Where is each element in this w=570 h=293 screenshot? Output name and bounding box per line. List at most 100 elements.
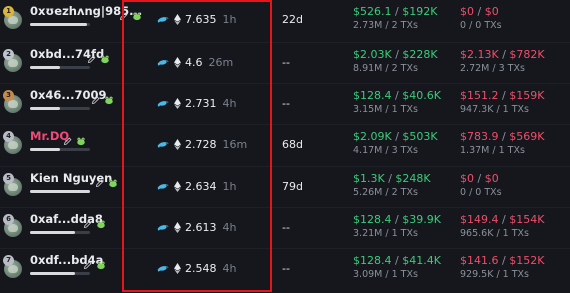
sold-total: $782K — [509, 48, 545, 61]
eth-icon — [174, 221, 181, 233]
sold-value: $141.6 — [460, 254, 499, 267]
avatar[interactable]: 2 — [3, 49, 22, 72]
sold-cell: $783.9 / $569K 1.37M / 1 TXs — [460, 130, 545, 156]
hold-duration: 22d — [282, 13, 303, 26]
bought-cell: $128.4 / $41.4K 3.09M / 1 TXs — [353, 254, 441, 280]
progress-fill — [30, 23, 87, 26]
rank-badge: 6 — [3, 214, 14, 225]
trader-cell[interactable]: 4 Mr.DQ — [0, 125, 150, 167]
table-row[interactable]: 1 0xʊezhʌng|985... 7.635 1h 22d $526.1 /… — [0, 0, 570, 42]
progress-bar — [30, 190, 90, 193]
rank-badge: 2 — [3, 49, 14, 60]
trader-cell[interactable]: 5 Kien Nguyen — [0, 167, 150, 209]
sold-cell: $0 / $0 0 / 0 TXs — [460, 5, 502, 31]
balance-age: 26m — [208, 55, 234, 69]
avatar[interactable]: 4 — [3, 131, 22, 154]
progress-fill — [30, 231, 75, 234]
bought-total: $40.6K — [402, 89, 441, 102]
eth-icon — [174, 13, 181, 25]
progress-fill — [30, 148, 60, 151]
trader-cell[interactable]: 6 0xaf...dda8 — [0, 208, 150, 250]
dolphin-icon — [157, 181, 170, 191]
table-row[interactable]: 4 Mr.DQ 2.728 16m 68d $2.09K / $503K 4.1… — [0, 124, 570, 166]
bought-total: $228K — [402, 48, 438, 61]
balance-value: 7.635 — [185, 12, 217, 26]
bought-total: $192K — [402, 5, 438, 18]
table-row[interactable]: 3 0x46...7009 2.731 4h -- $128.4 / $40.6… — [0, 83, 570, 125]
trader-cell[interactable]: 2 0xbd...74fd — [0, 43, 150, 85]
dolphin-icon — [157, 98, 170, 108]
balance-value: 2.634 — [185, 179, 217, 193]
balance-age: 16m — [222, 137, 248, 151]
avatar[interactable]: 1 — [3, 6, 22, 29]
bought-value: $526.1 — [353, 5, 392, 18]
bought-value: $2.09K — [353, 130, 392, 143]
bought-total: $41.4K — [402, 254, 441, 267]
traders-table: 1 0xʊezhʌng|985... 7.635 1h 22d $526.1 /… — [0, 0, 570, 293]
trader-cell[interactable]: 7 0xdf...bd4a — [0, 249, 150, 291]
balance-cell: 4.6 26m — [157, 54, 233, 70]
frog-icon — [100, 49, 110, 64]
rank-badge: 1 — [3, 6, 14, 17]
balance-cell: 2.548 4h — [157, 260, 236, 276]
bought-cell: $1.3K / $248K 5.26M / 2 TXs — [353, 172, 431, 198]
sold-sub: 2.72M / 3 TXs — [460, 63, 525, 74]
rank-badge: 5 — [3, 173, 14, 184]
progress-fill — [30, 66, 60, 69]
bought-sub: 4.17M / 3 TXs — [353, 145, 418, 156]
sold-sub: 929.5K / 1 TXs — [460, 269, 529, 280]
sold-value: $0 — [460, 172, 474, 185]
trader-cell[interactable]: 1 0xʊezhʌng|985... — [0, 0, 150, 42]
table-row[interactable]: 5 Kien Nguyen 2.634 1h 79d $1.3K / $248K… — [0, 166, 570, 208]
balance-age: 1h — [222, 12, 237, 26]
trader-cell[interactable]: 3 0x46...7009 — [0, 84, 150, 126]
bought-total: $503K — [402, 130, 438, 143]
avatar[interactable]: 5 — [3, 173, 22, 196]
sold-value: $783.9 — [460, 130, 499, 143]
balance-value: 4.6 — [185, 55, 203, 69]
hold-duration: 79d — [282, 180, 303, 193]
hold-duration: -- — [282, 221, 290, 234]
pencil-icon[interactable] — [83, 255, 93, 270]
balance-cell: 2.634 1h — [157, 178, 236, 194]
progress-fill — [30, 190, 90, 193]
avatar[interactable]: 7 — [3, 255, 22, 278]
bought-cell: $2.03K / $228K 8.91M / 2 TXs — [353, 48, 438, 74]
avatar[interactable]: 6 — [3, 214, 22, 237]
bought-sub: 8.91M / 2 TXs — [353, 63, 418, 74]
table-row[interactable]: 6 0xaf...dda8 2.613 4h -- $128.4 / $39.9… — [0, 207, 570, 249]
dolphin-icon — [157, 57, 170, 67]
balance-value: 2.613 — [185, 220, 217, 234]
pencil-icon[interactable] — [95, 173, 105, 188]
bought-sub: 2.73M / 2 TXs — [353, 20, 418, 31]
sold-total: $0 — [484, 172, 499, 185]
frog-icon — [76, 131, 86, 146]
pencil-icon[interactable] — [119, 6, 129, 21]
sold-total: $159K — [509, 89, 545, 102]
balance-cell: 2.728 16m — [157, 136, 247, 152]
eth-icon — [174, 97, 181, 109]
balance-cell: 2.731 4h — [157, 95, 236, 111]
dolphin-icon — [157, 222, 170, 232]
rank-badge: 7 — [3, 255, 14, 266]
progress-bar — [30, 231, 90, 234]
pencil-icon[interactable] — [87, 49, 97, 64]
pencil-icon[interactable] — [63, 131, 73, 146]
bought-value: $128.4 — [353, 89, 392, 102]
table-row[interactable]: 2 0xbd...74fd 4.6 26m -- $2.03K / $228K … — [0, 42, 570, 84]
avatar[interactable]: 3 — [3, 90, 22, 113]
pencil-icon[interactable] — [91, 90, 101, 105]
balance-cell: 2.613 4h — [157, 219, 236, 235]
balance-value: 2.728 — [185, 137, 217, 151]
sold-total: $154K — [509, 213, 545, 226]
hold-duration: -- — [282, 262, 290, 275]
sold-cell: $2.13K / $782K 2.72M / 3 TXs — [460, 48, 545, 74]
eth-icon — [174, 180, 181, 192]
pencil-icon[interactable] — [83, 214, 93, 229]
balance-cell: 7.635 1h — [157, 11, 236, 27]
bought-value: $2.03K — [353, 48, 392, 61]
table-row[interactable]: 7 0xdf...bd4a 2.548 4h -- $128.4 / $41.4… — [0, 248, 570, 290]
sold-value: $2.13K — [460, 48, 499, 61]
balance-age: 4h — [222, 261, 237, 275]
rank-badge: 4 — [3, 131, 14, 142]
